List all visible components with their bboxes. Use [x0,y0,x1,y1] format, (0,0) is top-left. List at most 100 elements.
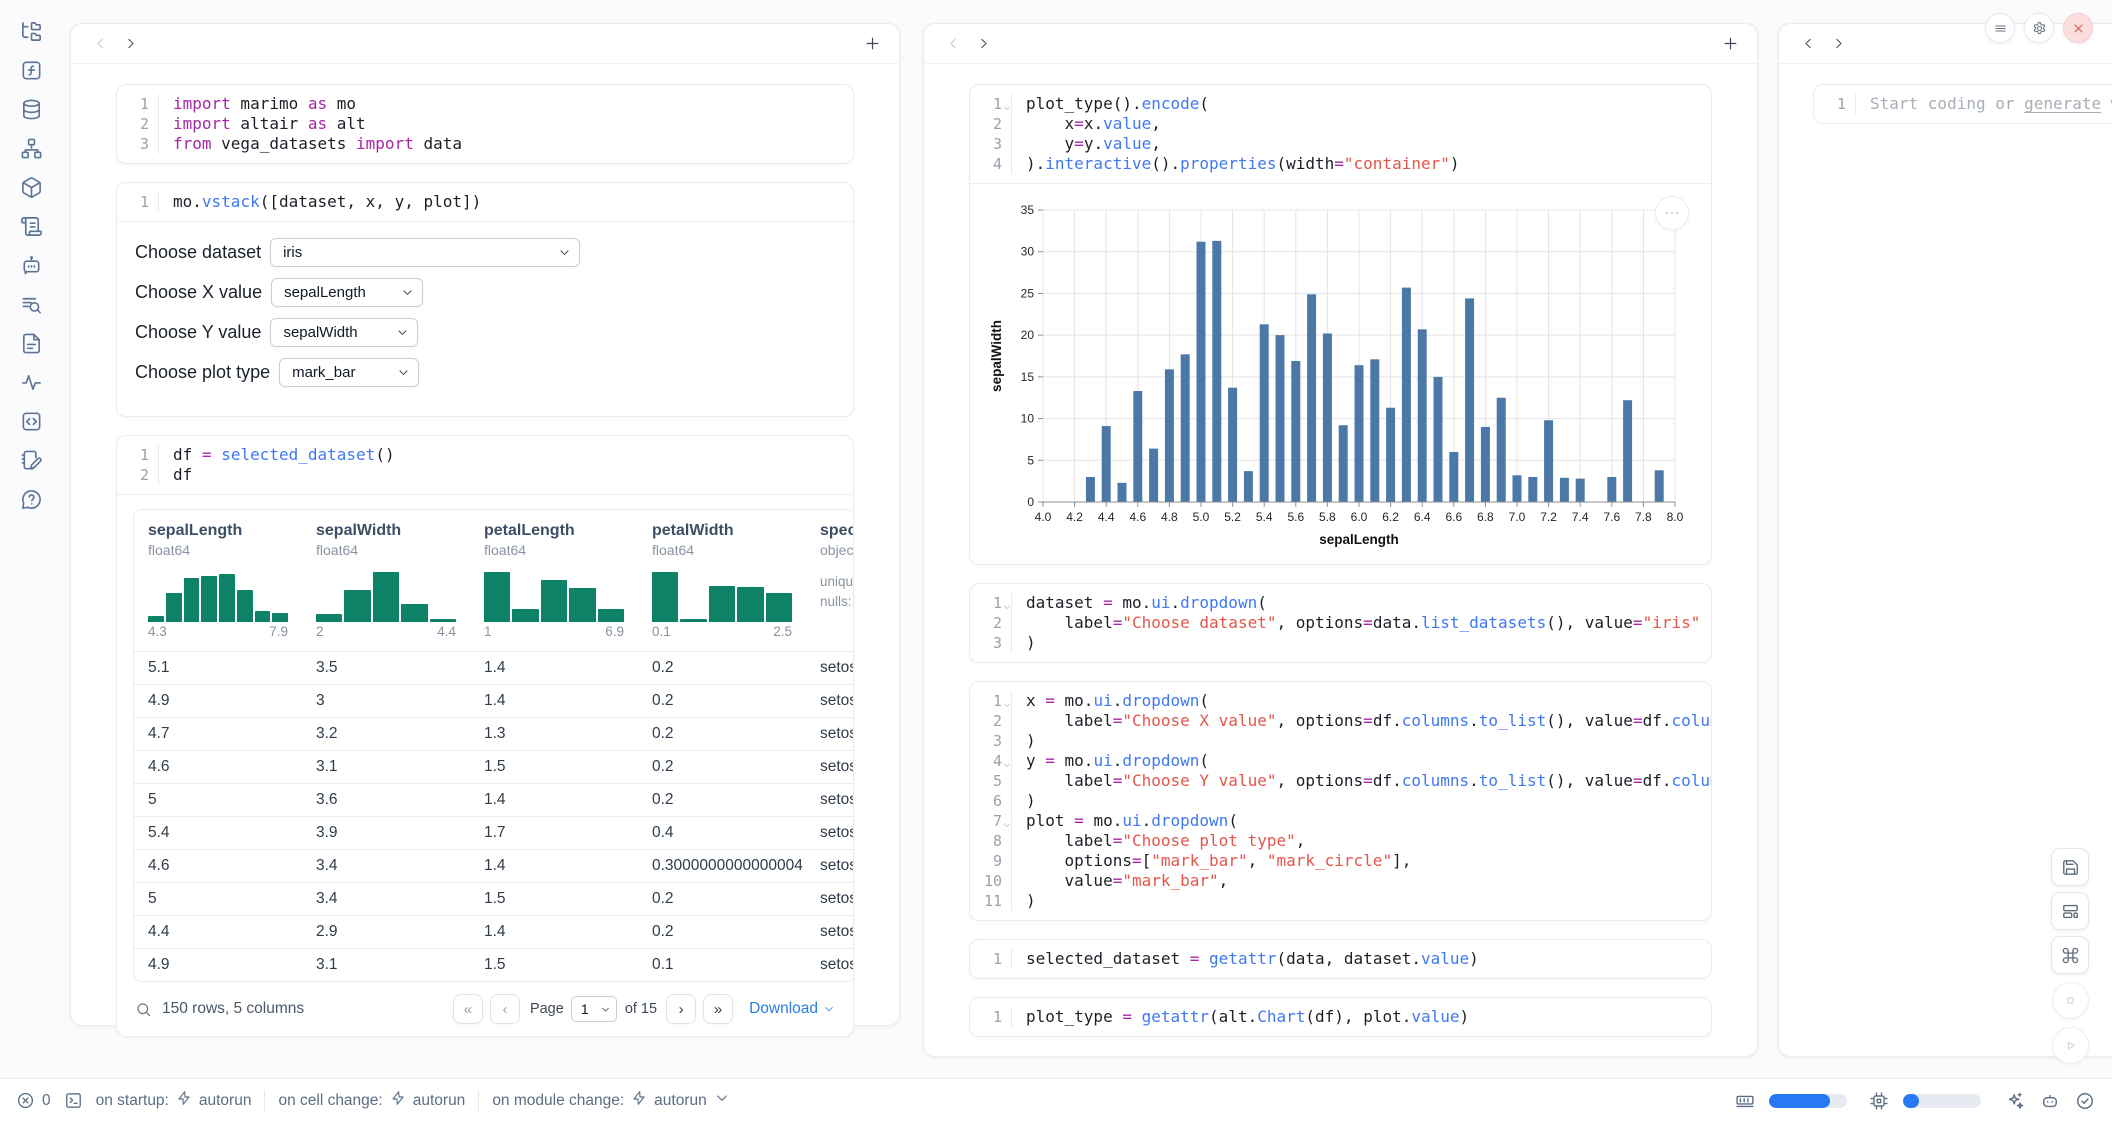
vstack-cell-editor[interactable]: 1mo.vstack([dataset, x, y, plot]) [117,183,853,221]
sidebar-item-snippets[interactable] [18,408,44,434]
svg-text:8.0: 8.0 [1666,510,1683,524]
sidebar-item-datasources[interactable] [18,96,44,122]
code-line: 3from vega_datasets import data [117,134,839,154]
table-cell: 3.2 [302,718,470,750]
column-back-button[interactable] [938,31,968,57]
table-row[interactable]: 4.42.91.40.2setosa [134,915,854,948]
previous-page-button[interactable]: ‹ [490,994,520,1024]
on-startup-config[interactable]: on startup:autorun [96,1090,252,1111]
column-header-sepalLength[interactable]: sepalLengthfloat644.37.9 [134,510,302,651]
table-row[interactable]: 5.43.91.70.4setosa [134,816,854,849]
table-row[interactable]: 4.73.21.30.2setosa [134,717,854,750]
sidebar-item-variables[interactable] [18,57,44,83]
code-line: 3) [970,633,1697,653]
table-row[interactable]: 4.63.41.40.3000000000000004setosa [134,849,854,882]
sidebar-item-tracing[interactable] [18,369,44,395]
imports-cell-editor[interactable]: 1import marimo as mo2import altair as al… [117,85,853,163]
settings-button[interactable] [2024,13,2054,43]
keyboard-shortcuts-button[interactable] [2051,936,2089,974]
table-row[interactable]: 53.41.50.2setosa [134,882,854,915]
column-header-sepalWidth[interactable]: sepalWidthfloat6424.4 [302,510,470,651]
shutdown-button[interactable] [2063,13,2093,43]
sidebar-item-ai-chat[interactable] [18,252,44,278]
selected-dataset-cell-editor[interactable]: 1selected_dataset = getattr(data, datase… [970,940,1711,978]
page-select[interactable]: 1 [571,996,617,1022]
error-count-badge[interactable]: 0 [16,1091,51,1110]
ai-sparkles-button[interactable] [2004,1090,2026,1112]
dataset-dropdown-cell-editor[interactable]: 1dataset = mo.ui.dropdown(2 label="Choos… [970,584,1711,662]
plot-type-select[interactable]: mark_bar [279,358,419,387]
next-page-button[interactable]: › [666,994,696,1024]
dataset-select[interactable]: iris [270,238,580,267]
add-cell-button[interactable] [859,31,885,57]
column-forward-button[interactable] [1823,31,1853,57]
sidebar-item-file-explorer[interactable] [18,18,44,44]
on-module-change-config[interactable]: on module change:autorun [492,1090,729,1111]
column-back-button[interactable] [85,31,115,57]
sidebar-item-scratchpad[interactable] [18,447,44,473]
layout-button[interactable] [2051,892,2089,930]
code-line: 1plot_type().encode( [970,94,1697,114]
altair-bar-chart[interactable]: 4.04.24.44.64.85.05.25.45.65.86.06.26.46… [985,196,1697,558]
chevron-down-icon [397,366,410,379]
column-header-species[interactable]: speciesobjectuniquenulls: [806,510,854,651]
on-cell-change-config[interactable]: on cell change:autorun [278,1090,465,1111]
table-row[interactable]: 53.61.40.2setosa [134,783,854,816]
terminal-button[interactable] [64,1091,83,1110]
column-forward-button[interactable] [115,31,145,57]
copilot-button[interactable] [2039,1090,2061,1112]
add-cell-button[interactable] [1717,31,1743,57]
sidebar-item-packages[interactable] [18,174,44,200]
bar [1243,471,1252,502]
plot-type-cell-editor[interactable]: 1plot_type = getattr(alt.Chart(df), plot… [970,998,1711,1036]
column-header-petalLength[interactable]: petalLengthfloat6416.9 [470,510,638,651]
sidebar-item-logs[interactable] [18,213,44,239]
dataframe-output: sepalLengthfloat644.37.9sepalWidthfloat6… [117,494,853,1036]
cpu-usage-gauge [1903,1094,1981,1108]
save-button[interactable] [2051,848,2089,886]
histogram-min: 0.1 [652,624,671,639]
download-button[interactable]: Download [749,1000,835,1018]
column-forward-button[interactable] [968,31,998,57]
chart-cell-editor[interactable]: 1plot_type().encode(2 x=x.value,3 y=y.va… [970,85,1711,183]
column-back-button[interactable] [1793,31,1823,57]
svg-text:25: 25 [1020,286,1034,300]
x-value-select[interactable]: sepalLength [271,278,423,307]
connection-status-button[interactable] [2074,1090,2096,1112]
plot-type-cell: 1plot_type = getattr(alt.Chart(df), plot… [969,997,1712,1037]
column-header-petalWidth[interactable]: petalWidthfloat640.12.5 [638,510,806,651]
chart-menu-button[interactable] [1655,196,1689,230]
dataframe-cell-editor[interactable]: 1df = selected_dataset()2df [117,436,853,494]
first-page-button[interactable]: « [453,994,483,1024]
table-row[interactable]: 4.63.11.50.2setosa [134,750,854,783]
command-icon [2061,946,2080,965]
xy-plot-dropdowns-cell-editor[interactable]: 1x = mo.ui.dropdown(2 label="Choose X va… [970,682,1711,920]
histogram-bar [201,576,217,622]
code-line: 1selected_dataset = getattr(data, datase… [970,949,1697,969]
chart-output[interactable]: 4.04.24.44.64.85.05.25.45.65.86.06.26.46… [970,183,1711,564]
table-row[interactable]: 4.93.11.50.1setosa [134,948,854,981]
svg-text:7.2: 7.2 [1540,510,1557,524]
table-row[interactable]: 4.931.40.2setosa [134,684,854,717]
menu-icon [1993,21,2008,36]
y-value-control: Choose Y valuesepalWidth [135,318,833,347]
sidebar-item-help[interactable] [18,486,44,512]
table-cell: 1.4 [470,652,638,684]
sidebar-item-outline[interactable] [18,291,44,317]
sidebar-item-dependencies[interactable] [18,135,44,161]
y-value-select[interactable]: sepalWidth [270,318,418,347]
last-page-button[interactable]: » [703,994,733,1024]
histogram-bar [219,574,235,622]
selected-value: sepalLength [284,284,366,301]
histogram-bar [541,580,567,622]
table-row[interactable]: 5.13.51.40.2setosa [134,651,854,684]
bar [1322,333,1331,502]
new-cell-editor[interactable]: 1Start coding or generate with [1814,85,2112,123]
run-button[interactable] [2052,1027,2089,1064]
code-line: 2df [117,465,839,485]
sidebar-item-documentation[interactable] [18,330,44,356]
notebook-menu-button[interactable] [1985,13,2015,43]
stop-button[interactable] [2052,982,2089,1019]
bot-face-icon [2040,1091,2060,1111]
bar [1180,354,1189,502]
